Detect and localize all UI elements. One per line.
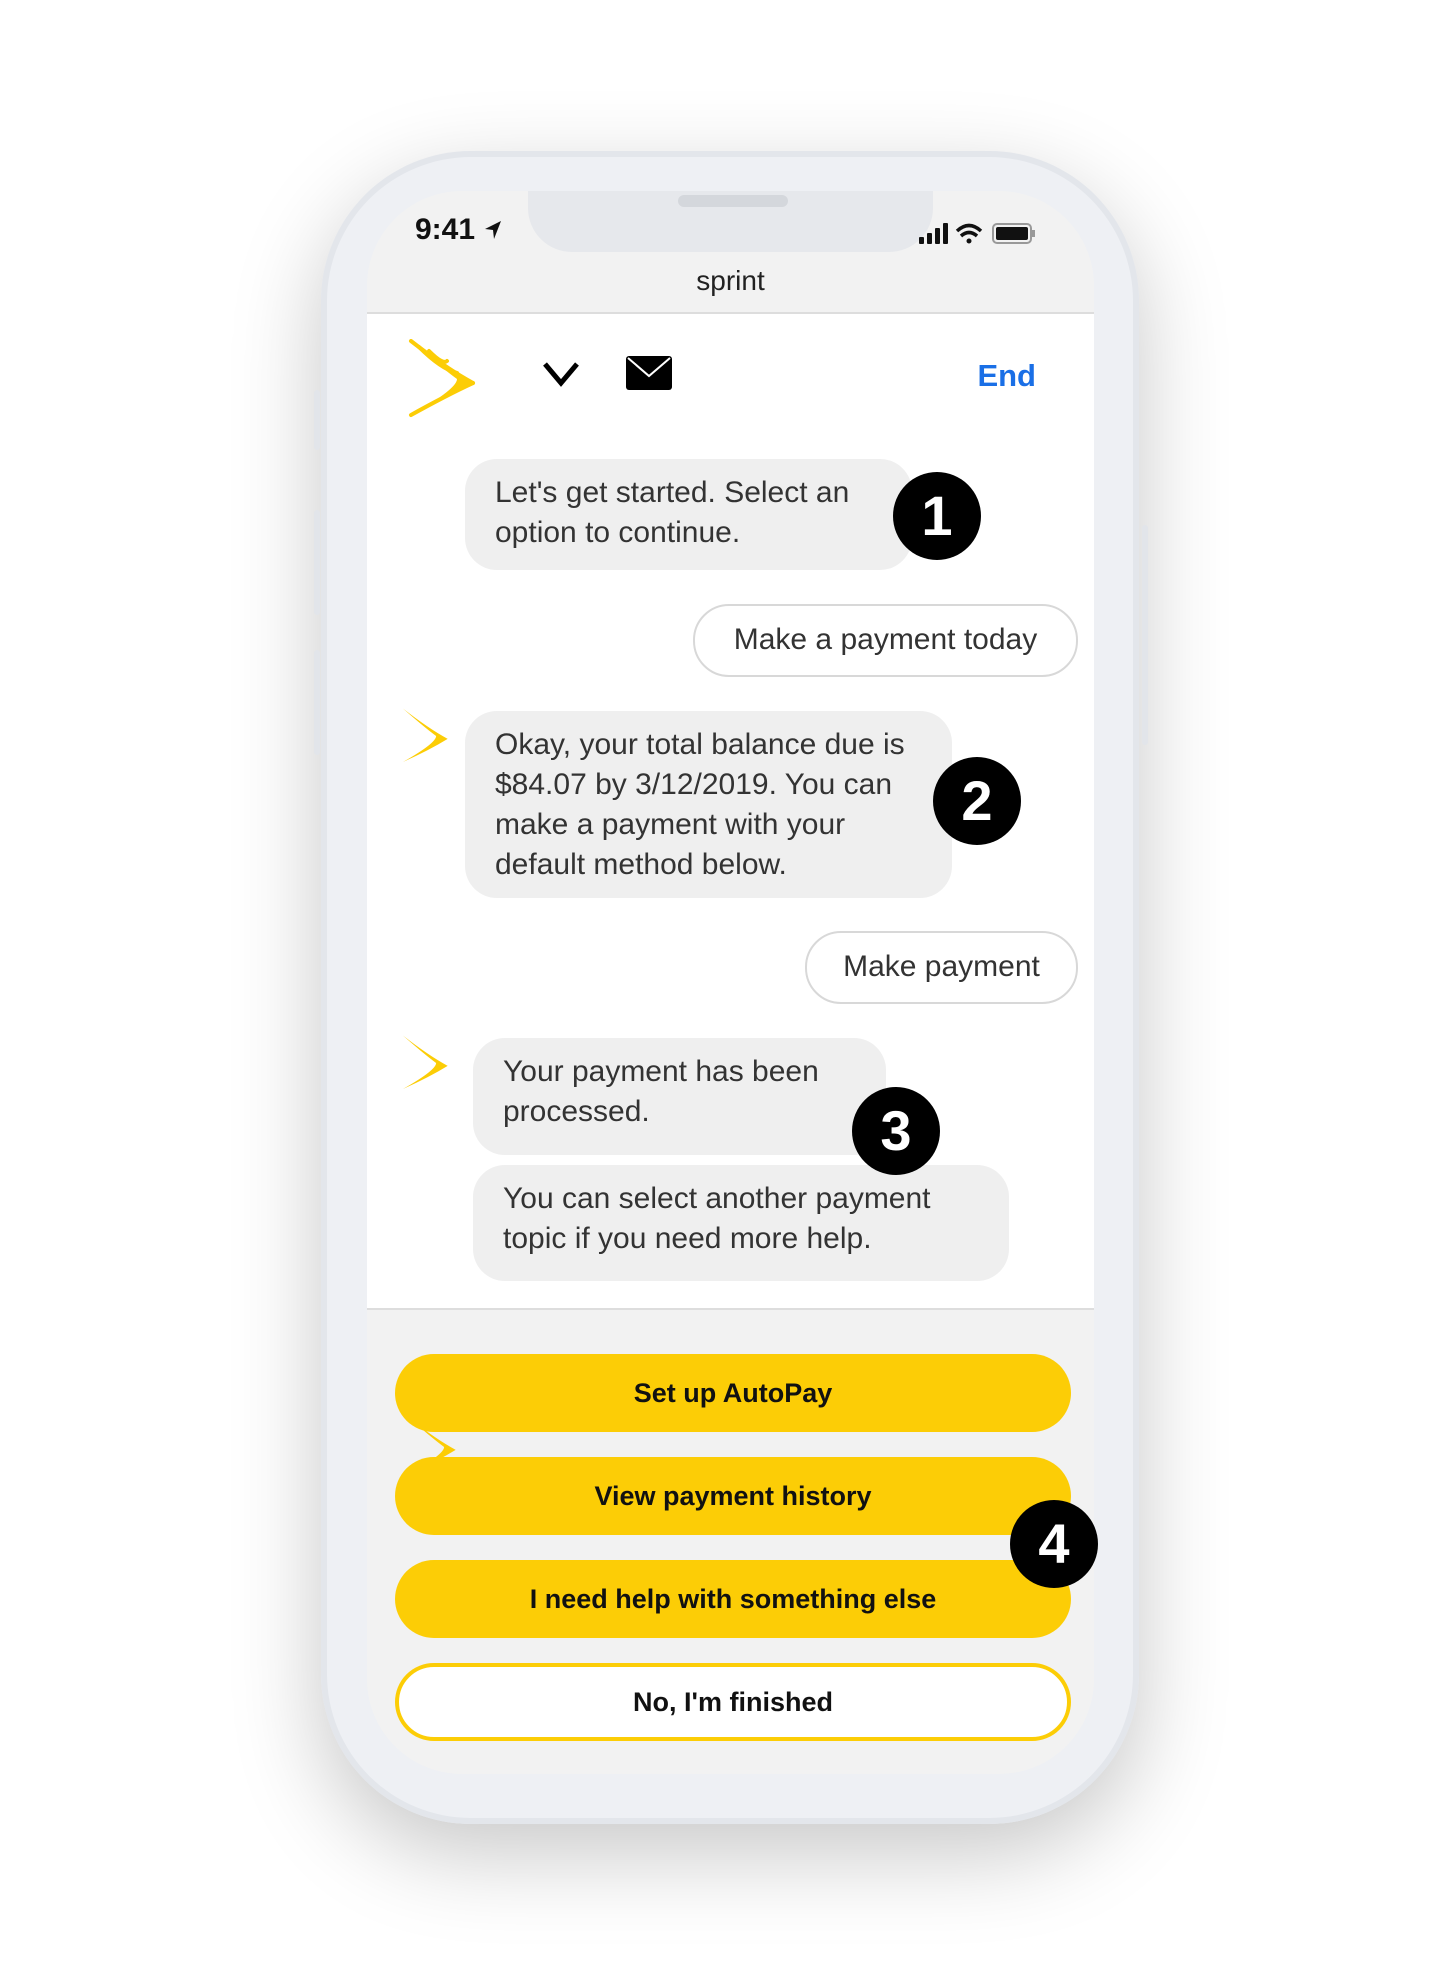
- chevron-down-icon[interactable]: [541, 359, 581, 389]
- phone-screen: 9:41 sprint End Let's get started. Selec…: [367, 191, 1094, 1774]
- annotation-badge: 2: [933, 757, 1021, 845]
- time-text: 9:41: [415, 213, 476, 246]
- bot-avatar-logo: [402, 1035, 448, 1089]
- speaker: [678, 195, 788, 207]
- bot-avatar-logo: [402, 708, 448, 762]
- option-set-up-autopay[interactable]: Set up AutoPay: [395, 1354, 1071, 1432]
- option-no-finished[interactable]: No, I'm finished: [395, 1663, 1071, 1741]
- status-icons: [919, 223, 1035, 244]
- bot-message: Your payment has been processed.: [473, 1038, 886, 1155]
- side-button: [1142, 525, 1148, 745]
- bot-message: Let's get started. Select an option to c…: [465, 459, 912, 570]
- bot-message: Okay, your total balance due is $84.07 b…: [465, 711, 952, 898]
- end-button[interactable]: End: [977, 358, 1036, 394]
- sprint-logo: [409, 339, 475, 417]
- annotation-badge: 1: [893, 472, 981, 560]
- battery-icon: [992, 223, 1035, 244]
- status-time: 9:41: [415, 213, 503, 247]
- browser-title: sprint: [696, 265, 765, 296]
- side-button: [314, 510, 320, 615]
- annotation-badge: 3: [852, 1087, 940, 1175]
- chat-area: Let's get started. Select an option to c…: [367, 442, 1094, 1473]
- option-view-payment-history[interactable]: View payment history: [395, 1457, 1071, 1535]
- mail-icon[interactable]: [626, 356, 672, 390]
- bot-message: You can select another payment topic if …: [473, 1165, 1009, 1281]
- side-button: [314, 390, 320, 450]
- wifi-icon: [955, 223, 983, 244]
- notch: [528, 191, 933, 252]
- side-button: [314, 650, 320, 755]
- annotation-badge: 4: [1010, 1500, 1098, 1588]
- signal-icon: [919, 223, 948, 244]
- chat-header: End: [367, 312, 1094, 444]
- user-message: Make payment: [805, 931, 1078, 1004]
- option-help-something-else[interactable]: I need help with something else: [395, 1560, 1071, 1638]
- user-message: Make a payment today: [693, 604, 1078, 677]
- location-arrow-icon: [485, 221, 502, 239]
